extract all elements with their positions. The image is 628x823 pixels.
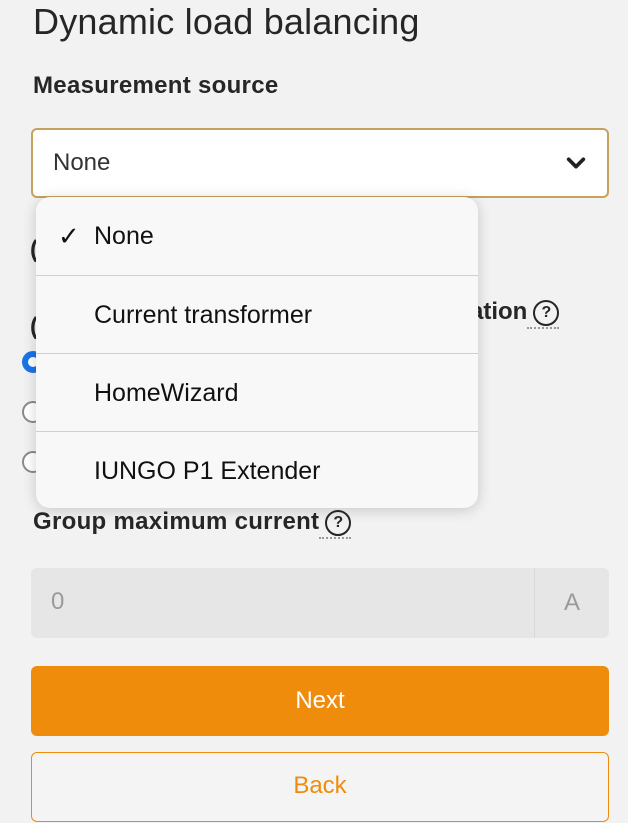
help-wrap[interactable]: ? [527,298,560,329]
help-wrap[interactable]: ? [319,508,352,539]
dropdown-option-homewizard[interactable]: HomeWizard [36,354,478,432]
group-maximum-current-input[interactable]: 0 [51,588,64,616]
dropdown-option-label: HomeWizard [94,379,239,407]
group-maximum-current-label: Group maximum current? [33,508,352,539]
help-circle-icon: ? [533,300,560,326]
dropdown-option-current-transformer[interactable]: Current transformer [36,276,478,354]
back-button[interactable]: Back [31,752,609,822]
obscured-label-suffix: ation? [470,298,560,329]
measurement-source-select[interactable]: None [31,128,609,198]
dropdown-option-label: Current transformer [94,301,313,329]
unit-addon: A [534,568,609,638]
measurement-source-label: Measurement source [33,72,279,99]
chevron-down-icon [566,157,586,169]
checkmark-icon: ✓ [58,221,80,251]
page-title: Dynamic load balancing [33,1,420,42]
dropdown-option-iungo-p1-extender[interactable]: IUNGO P1 Extender [36,432,478,508]
dropdown-option-label: IUNGO P1 Extender [94,457,321,485]
dropdown-option-label: None [94,222,154,250]
help-circle-icon: ? [325,510,352,536]
select-current-value: None [53,149,111,176]
next-button[interactable]: Next [31,666,609,736]
measurement-source-dropdown: ✓ None Current transformer HomeWizard IU… [36,197,478,508]
dropdown-option-none[interactable]: ✓ None [36,197,478,275]
group-maximum-current-input-group: 0 A [31,568,609,638]
